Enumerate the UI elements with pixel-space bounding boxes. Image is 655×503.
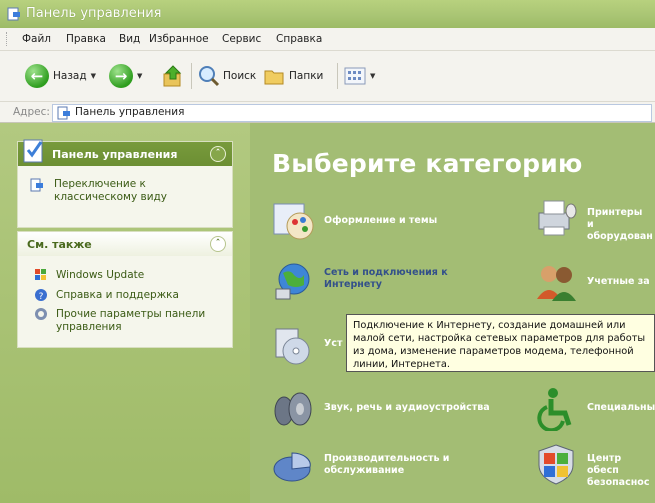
address-bar: Адрес: Панель управления [0, 102, 655, 123]
views-button[interactable]: ▼ [344, 66, 375, 86]
forward-button[interactable]: → ▼ [109, 64, 142, 88]
folders-button[interactable]: Папки [263, 64, 323, 88]
gear-icon [35, 308, 47, 320]
see-also-box: См. также ˆ Windows Update ? Справка и п… [17, 231, 233, 348]
address-label: Адрес: [13, 106, 50, 118]
control-panel-header[interactable]: Панель управления ˆ [18, 139, 232, 166]
performance-icon [273, 452, 311, 482]
windows-update-label: Windows Update [56, 269, 145, 281]
category-appearance-label: Оформление и темы [324, 215, 438, 226]
page-title: Выберите категорию [272, 149, 583, 178]
security-shield-icon [538, 444, 574, 485]
category-sound-label: Звук, речь и аудиоустройства [324, 402, 490, 413]
category-printers-label: Принтеры и оборудован [587, 207, 653, 242]
menu-bar: Файл Правка Вид Избранное Сервис Справка [0, 28, 655, 51]
classic-view-link-label: Переключение к классическому виду [54, 178, 168, 203]
menu-tools[interactable]: Сервис [222, 33, 261, 45]
category-accessibility-label: Специальны [587, 402, 655, 413]
search-icon [199, 66, 220, 87]
control-panel-icon [30, 178, 43, 192]
programs-icon [275, 328, 310, 365]
folders-icon [264, 70, 284, 85]
up-folder-icon [163, 65, 182, 87]
collapse-chevron-icon[interactable]: ˆ [210, 146, 226, 162]
user-accounts-icon [537, 266, 576, 301]
toolbar-separator [191, 63, 192, 89]
sound-icon [274, 392, 312, 426]
svg-text:?: ? [39, 292, 44, 302]
task-pane: Панель управления ˆ Переключение к класс… [0, 123, 250, 503]
forward-dropdown-icon[interactable]: ▼ [137, 72, 142, 80]
help-support-label: Справка и поддержка [56, 289, 179, 301]
views-dropdown-icon[interactable]: ▼ [370, 72, 375, 80]
collapse-chevron-icon[interactable]: ˆ [210, 236, 226, 252]
network-icon [275, 263, 310, 300]
search-label: Поиск [223, 70, 257, 82]
toolbar-separator [337, 63, 338, 89]
category-programs-label: Уст [324, 338, 343, 349]
see-also-title: См. также [27, 238, 92, 251]
back-dropdown-icon[interactable]: ▼ [91, 72, 96, 80]
other-options-label: Прочие параметры панели управления [56, 308, 206, 333]
control-panel-title: Панель управления [52, 148, 178, 161]
menu-help[interactable]: Справка [276, 33, 322, 45]
control-panel-icon [7, 7, 20, 21]
appearance-icon [273, 203, 314, 240]
search-button[interactable]: Поиск [197, 64, 256, 88]
category-performance-label: Производительность и обслуживание [324, 453, 450, 476]
window-title: Панель управления [26, 6, 162, 21]
back-arrow-icon: ← [25, 64, 49, 88]
network-tooltip: Подключение к Интернету, создание домашн… [346, 314, 655, 372]
menu-favorites[interactable]: Избранное [149, 33, 209, 45]
control-panel-icon [23, 139, 43, 163]
category-user-accounts-label: Учетные за [587, 276, 650, 287]
forward-arrow-icon: → [109, 64, 133, 88]
see-also-header[interactable]: См. также ˆ [18, 232, 232, 256]
menu-file[interactable]: Файл [22, 33, 51, 45]
control-panel-box: Панель управления ˆ Переключение к класс… [17, 139, 233, 228]
category-security-label: Центр обесп безопаснос [587, 453, 650, 488]
accessibility-icon [537, 388, 572, 431]
folders-label: Папки [289, 70, 324, 82]
control-panel-icon [57, 106, 70, 120]
up-folder-button[interactable] [162, 64, 184, 88]
address-field[interactable]: Панель управления [52, 104, 652, 122]
address-value: Панель управления [75, 106, 185, 118]
category-network-label: Сеть и подключения к Интернету [324, 267, 448, 290]
windows-update-icon [35, 269, 46, 280]
menu-edit[interactable]: Правка [66, 33, 106, 45]
window-title-bar[interactable]: Панель управления [0, 0, 655, 28]
toolbar: ← Назад ▼ → ▼ Поиск Папки ▼ [0, 51, 655, 102]
category-view: Выберите категорию Оформление и темы При… [250, 123, 655, 503]
back-button[interactable]: ← Назад ▼ [25, 64, 96, 88]
menu-view[interactable]: Вид [119, 33, 140, 45]
menu-grip[interactable] [6, 32, 10, 46]
back-label: Назад [53, 70, 87, 82]
views-icon [344, 67, 366, 85]
help-icon: ? [35, 289, 47, 302]
printer-icon [538, 200, 577, 236]
